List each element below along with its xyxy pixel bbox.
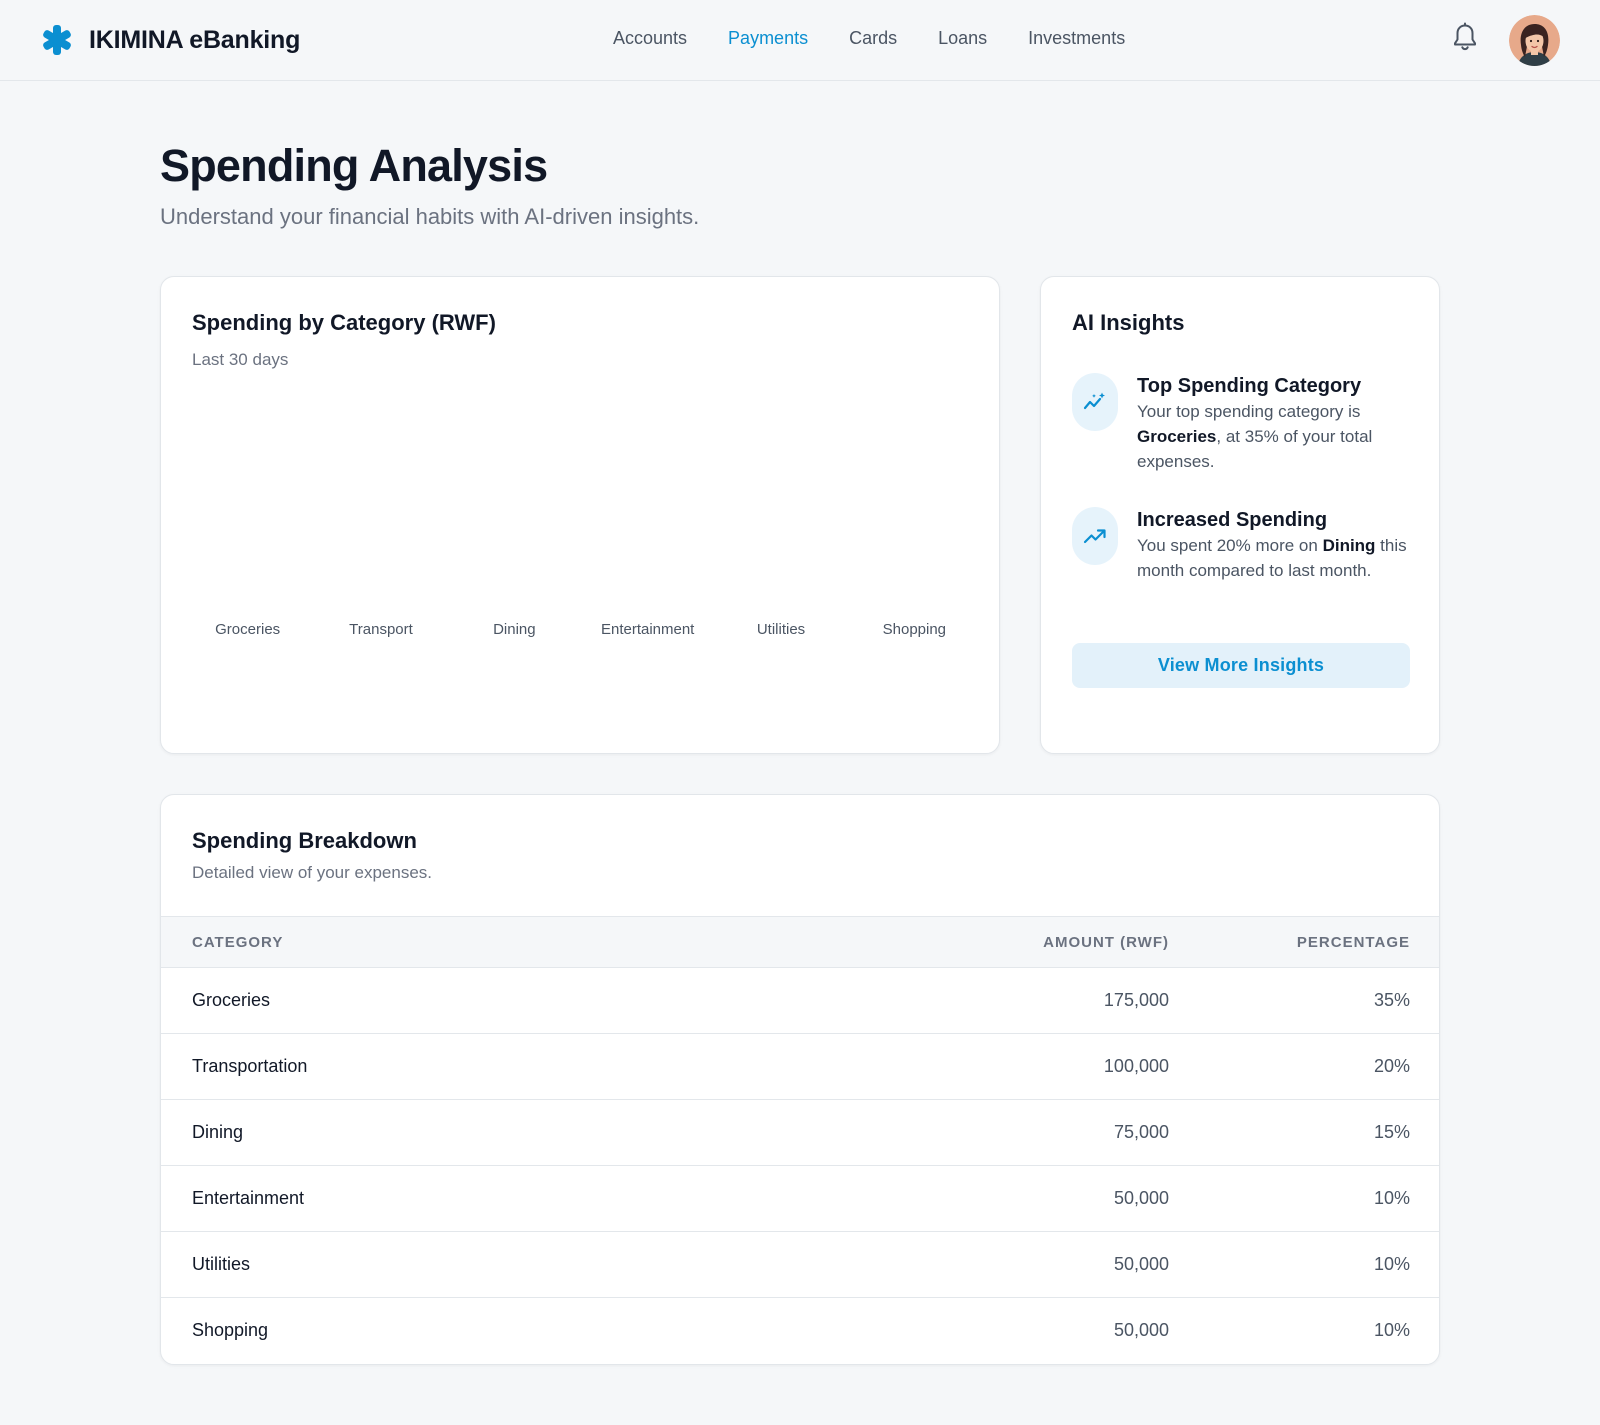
cell-category: Utilities	[192, 1254, 251, 1274]
insight-text: Your top spending category is Groceries,…	[1137, 402, 1373, 471]
spending-breakdown-card: Spending Breakdown Detailed view of your…	[160, 794, 1440, 1365]
cell-amount: 50,000	[1113, 1320, 1169, 1341]
cell-percentage: 15%	[1373, 1122, 1410, 1142]
chart-title: Spending by Category (RWF)	[192, 310, 496, 335]
breakdown-subtitle: Detailed view of your expenses.	[192, 863, 433, 882]
sparkle-chart-icon	[1072, 373, 1118, 431]
brand[interactable]: IKIMINA eBanking	[41, 24, 300, 56]
insight-heading: Increased Spending	[1137, 509, 1328, 531]
insight-heading: Top Spending Category	[1137, 375, 1362, 397]
cell-amount: 50,000	[1113, 1188, 1169, 1208]
x-tick-label: Utilities	[757, 621, 805, 638]
nav-item-accounts[interactable]: Accounts	[613, 28, 687, 49]
cell-percentage: 10%	[1373, 1254, 1410, 1274]
cell-percentage: 10%	[1373, 1320, 1410, 1341]
nav-item-investments[interactable]: Investments	[1028, 28, 1125, 49]
insights-title: AI Insights	[1072, 310, 1185, 335]
x-tick-label: Dining	[493, 621, 536, 638]
table-row[interactable]: Entertainment 50,000 10%	[161, 1166, 1439, 1232]
cell-percentage: 20%	[1373, 1056, 1410, 1076]
table-row[interactable]: Utilities 50,000 10%	[161, 1232, 1439, 1298]
page-title: Spending Analysis	[160, 140, 548, 191]
avatar-portrait-icon	[1509, 15, 1560, 66]
cell-category: Groceries	[192, 990, 271, 1010]
column-header-percentage[interactable]: PERCENTAGE	[1169, 916, 1439, 968]
cell-amount: 75,000	[1113, 1122, 1169, 1142]
nav-item-loans[interactable]: Loans	[938, 28, 987, 49]
cell-category: Shopping	[192, 1320, 269, 1341]
column-header-category[interactable]: CATEGORY	[161, 916, 721, 968]
brand-name: IKIMINA eBanking	[89, 25, 301, 54]
spending-bar-chart: Groceries Transport Dining Entertainment Uti…	[215, 621, 946, 638]
view-more-insights-button[interactable]: View More Insights	[1072, 643, 1410, 688]
cell-percentage: 35%	[1373, 990, 1410, 1010]
cell-category: Dining	[192, 1122, 244, 1142]
cell-category: Entertainment	[192, 1188, 305, 1208]
breakdown-table: CATEGORY AMOUNT (RWF) PERCENTAGE Groceri…	[161, 916, 1439, 1364]
table-row[interactable]: Transportation 100,000 20%	[161, 1034, 1439, 1100]
top-navigation-bar: IKIMINA eBanking Accounts Payments Cards…	[0, 0, 1600, 81]
breakdown-title: Spending Breakdown	[192, 828, 417, 853]
spending-chart-card: Spending by Category (RWF) Last 30 days …	[160, 276, 1000, 754]
x-tick-label: Groceries	[215, 621, 280, 638]
nav-item-cards[interactable]: Cards	[849, 28, 897, 49]
insight-top-category: Top Spending Category Your top spending …	[1072, 373, 1412, 483]
insight-increased-spending: Increased Spending You spent 20% more on…	[1072, 507, 1412, 617]
trending-up-icon	[1072, 507, 1118, 565]
chart-subtitle: Last 30 days	[192, 350, 289, 369]
cell-percentage: 10%	[1373, 1188, 1410, 1208]
table-header-row: CATEGORY AMOUNT (RWF) PERCENTAGE	[161, 916, 1439, 968]
x-tick-label: Transport	[349, 621, 413, 638]
insight-highlight: Dining	[1322, 536, 1376, 555]
table-row[interactable]: Groceries 175,000 35%	[161, 968, 1439, 1034]
ai-insights-card: AI Insights Top Spending Category Your t…	[1040, 276, 1440, 754]
asterisk-logo-icon	[43, 25, 71, 55]
insight-text: You spent 20% more on Dining this month …	[1137, 536, 1407, 580]
column-header-amount[interactable]: AMOUNT (RWF)	[721, 916, 1169, 968]
main-nav: Accounts Payments Cards Loans Investment…	[613, 28, 1166, 49]
cell-amount: 100,000	[1103, 1056, 1169, 1076]
x-tick-label: Entertainment	[601, 621, 695, 638]
user-avatar[interactable]	[1509, 15, 1560, 66]
cell-category: Transportation	[192, 1056, 308, 1076]
nav-item-payments[interactable]: Payments	[728, 28, 808, 49]
cell-amount: 50,000	[1113, 1254, 1169, 1274]
table-row[interactable]: Shopping 50,000 10%	[161, 1298, 1439, 1364]
page-subtitle: Understand your financial habits with AI…	[160, 204, 700, 229]
table-row[interactable]: Dining 75,000 15%	[161, 1100, 1439, 1166]
bell-icon[interactable]	[1452, 22, 1478, 52]
x-tick-label: Shopping	[883, 621, 946, 638]
insight-highlight: Groceries	[1137, 427, 1217, 446]
cell-amount: 175,000	[1103, 990, 1169, 1010]
